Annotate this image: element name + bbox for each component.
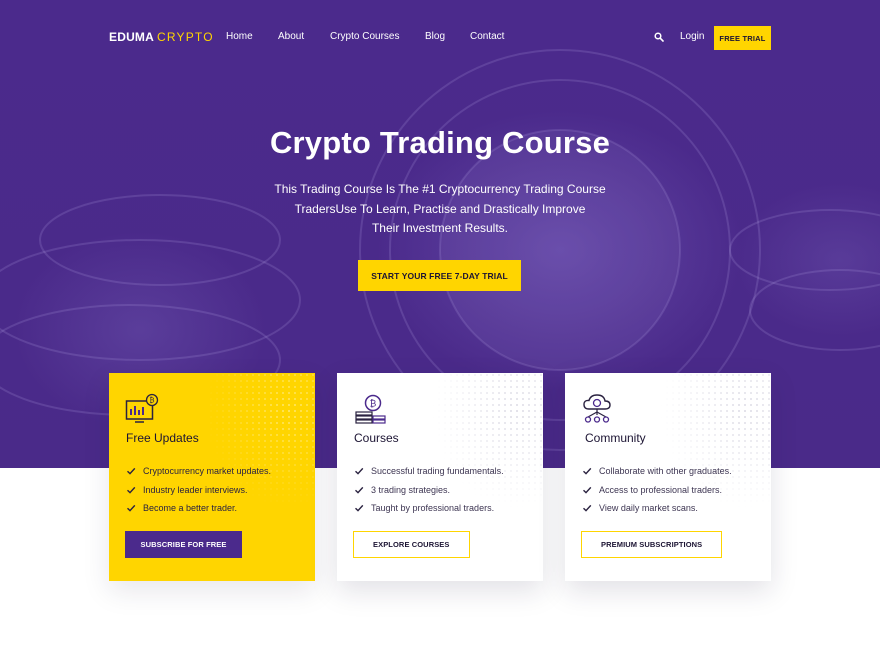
- start-trial-button[interactable]: START YOUR FREE 7-DAY TRIAL: [358, 260, 521, 291]
- check-icon: [583, 505, 592, 512]
- check-icon: [355, 505, 364, 512]
- login-link[interactable]: Login: [680, 31, 704, 42]
- search-icon[interactable]: [654, 32, 664, 42]
- card-title: Community: [585, 431, 646, 445]
- feature-list: Collaborate with other graduates. Access…: [582, 462, 732, 518]
- check-icon: [583, 486, 592, 494]
- svg-text:₿: ₿: [149, 397, 154, 405]
- card-title: Courses: [354, 431, 399, 445]
- check-icon: [127, 505, 136, 512]
- hero-subtitle-line: This Trading Course Is The #1 Cryptocurr…: [274, 182, 606, 196]
- coin-stack-icon: ₿: [355, 394, 386, 424]
- network-cloud-icon: [583, 394, 611, 423]
- feature-list: Successful trading fundamentals. 3 tradi…: [354, 462, 504, 518]
- check-icon: [355, 468, 364, 475]
- check-icon: [127, 486, 136, 494]
- hero-title: Crypto Trading Course: [269, 125, 611, 160]
- svg-text:₿: ₿: [370, 399, 377, 410]
- feature-list: Cryptocurrency market updates. Industry …: [126, 462, 271, 518]
- hero-subtitle: This Trading Course Is The #1 Cryptocurr…: [240, 180, 640, 239]
- check-icon: [127, 468, 136, 475]
- nav-item-blog[interactable]: Blog: [425, 31, 445, 42]
- list-item: Industry leader interviews.: [126, 481, 271, 500]
- list-item: Collaborate with other graduates.: [582, 462, 732, 481]
- list-item: Successful trading fundamentals.: [354, 462, 504, 481]
- card-title: Free Updates: [126, 431, 199, 445]
- check-icon: [355, 486, 364, 494]
- list-item: Access to professional traders.: [582, 481, 732, 500]
- brand-logo[interactable]: EDUMA CRYPTO: [109, 30, 214, 44]
- explore-courses-button[interactable]: EXPLORE COURSES: [353, 531, 470, 558]
- logo-bold-text: EDUMA: [109, 30, 154, 44]
- list-item-text: Cryptocurrency market updates.: [143, 466, 272, 477]
- list-item-text: Industry leader interviews.: [143, 484, 248, 495]
- list-item-text: 3 trading strategies.: [371, 484, 451, 495]
- list-item: View daily market scans.: [582, 499, 732, 518]
- list-item-text: Become a better trader.: [143, 503, 238, 514]
- nav-item-contact[interactable]: Contact: [470, 31, 504, 42]
- list-item-text: Taught by professional traders.: [371, 503, 495, 514]
- subscribe-button[interactable]: SUBSCRIBE FOR FREE: [125, 531, 242, 558]
- list-item-text: View daily market scans.: [599, 503, 698, 514]
- feature-card-courses: ₿ Courses Successful trading fundamental…: [337, 373, 543, 581]
- list-item: Become a better trader.: [126, 499, 271, 518]
- chart-monitor-icon: ₿: [125, 393, 159, 423]
- hero-subtitle-line: Their Investment Results.: [371, 221, 509, 235]
- hero-subtitle-line: TradersUse To Learn, Practise and Drasti…: [294, 201, 586, 216]
- list-item: Taught by professional traders.: [354, 499, 504, 518]
- list-item: 3 trading strategies.: [354, 481, 504, 500]
- premium-subscriptions-button[interactable]: PREMIUM SUBSCRIPTIONS: [581, 531, 723, 558]
- feature-card-community: Community Collaborate with other graduat…: [565, 373, 771, 581]
- nav-item-home[interactable]: Home: [226, 31, 253, 42]
- list-item-text: Collaborate with other graduates.: [599, 466, 732, 477]
- list-item-text: Access to professional traders.: [599, 484, 723, 495]
- top-navigation: EDUMA CRYPTO Home About Crypto Courses Bl…: [0, 0, 880, 75]
- logo-light-text: CRYPTO: [157, 30, 214, 44]
- nav-item-about[interactable]: About: [278, 31, 304, 42]
- list-item-text: Successful trading fundamentals.: [371, 466, 504, 477]
- free-trial-button[interactable]: FREE TRIAL: [714, 26, 771, 50]
- check-icon: [583, 468, 592, 475]
- list-item: Cryptocurrency market updates.: [126, 462, 271, 481]
- nav-item-crypto-courses[interactable]: Crypto Courses: [330, 31, 399, 42]
- feature-card-free-updates: ₿ Free Updates Cryptocurrency market upd…: [109, 373, 315, 581]
